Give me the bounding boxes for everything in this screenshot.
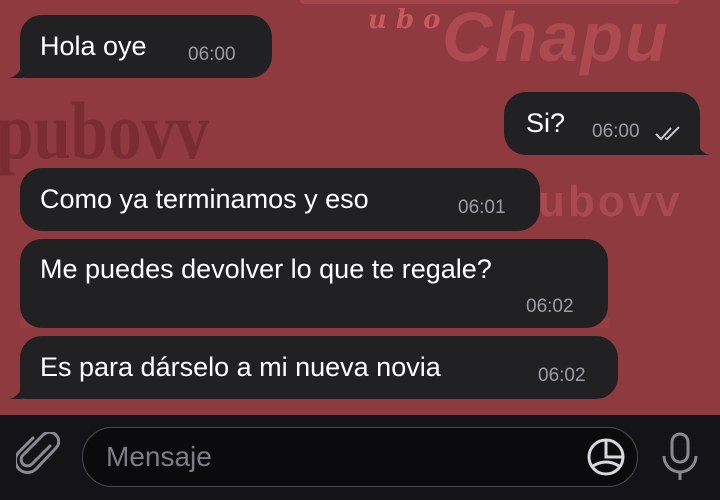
wallpaper-text: u b o — [368, 5, 441, 35]
message-time: 06:01 — [458, 197, 506, 218]
message-bubble-incoming[interactable]: Es para dárselo a mi nueva novia 06:02 — [20, 336, 618, 399]
message-input-placeholder: Mensaje — [106, 441, 212, 472]
microphone-icon[interactable] — [660, 432, 700, 482]
bubble-tail — [696, 141, 710, 155]
wallpaper-text: ubovv — [538, 177, 683, 226]
message-text: Como ya terminamos y eso — [40, 184, 369, 214]
message-text: Es para dárselo a mi nueva novia — [40, 352, 441, 382]
double-check-icon — [655, 126, 680, 141]
message-text: Me puedes devolver lo que te regale? — [40, 254, 492, 284]
wallpaper-stripe — [300, 0, 680, 4]
wallpaper-text: Chapu — [442, 0, 670, 76]
message-time: 06:00 — [188, 44, 236, 65]
message-time: 06:02 — [538, 365, 586, 386]
message-time: 06:02 — [526, 296, 574, 317]
message-time: 06:00 — [592, 121, 640, 142]
wallpaper-text: pubovv — [0, 85, 210, 176]
paperclip-icon[interactable] — [16, 432, 60, 482]
message-bubble-incoming[interactable]: Me puedes devolver lo que te regale? 06:… — [20, 239, 608, 328]
bubble-tail — [9, 64, 23, 78]
message-text: Hola oye — [40, 31, 147, 61]
message-bubble-incoming[interactable]: Como ya terminamos y eso 06:01 — [20, 168, 540, 231]
message-text: Si? — [526, 108, 566, 138]
bubble-tail — [9, 385, 23, 399]
message-bubble-outgoing[interactable]: Si? 06:00 — [504, 92, 700, 155]
sticker-icon[interactable] — [585, 436, 627, 478]
message-bubble-incoming[interactable]: Hola oye 06:00 — [20, 15, 272, 78]
